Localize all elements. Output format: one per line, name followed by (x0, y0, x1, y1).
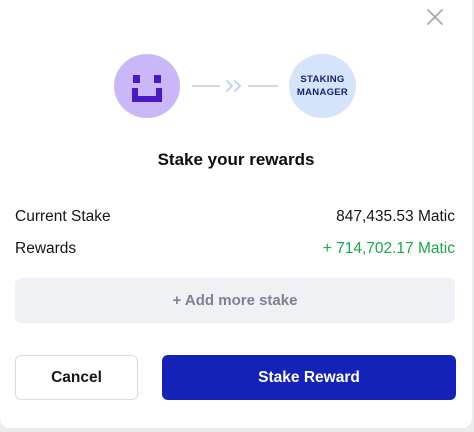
double-chevron-right-icon (192, 80, 278, 92)
staking-flow-graphic: STAKING MANAGER (0, 54, 472, 118)
pixel-smiley-icon (132, 75, 162, 102)
add-more-stake-button[interactable]: + Add more stake (15, 278, 455, 323)
dialog-title: Stake your rewards (157, 150, 315, 169)
close-icon (427, 9, 443, 25)
stake-rewards-dialog: STAKING MANAGER Stake your rewards Curre… (0, 0, 472, 428)
current-stake-row: Current Stake 847,435.53 Matic (15, 208, 455, 230)
staking-manager-badge: STAKING MANAGER (289, 54, 356, 118)
flow-connector (192, 76, 278, 96)
staking-manager-label: STAKING MANAGER (296, 74, 349, 98)
stake-reward-button[interactable]: Stake Reward (162, 355, 456, 400)
cancel-button[interactable]: Cancel (15, 355, 138, 400)
rewards-value: + 714,702.17 Matic (322, 240, 455, 257)
avatar (114, 54, 180, 118)
rewards-label: Rewards (15, 240, 77, 257)
close-button[interactable] (424, 6, 446, 28)
current-stake-value: 847,435.53 Matic (336, 208, 455, 225)
current-stake-label: Current Stake (15, 208, 111, 225)
rewards-row: Rewards + 714,702.17 Matic (15, 240, 455, 262)
